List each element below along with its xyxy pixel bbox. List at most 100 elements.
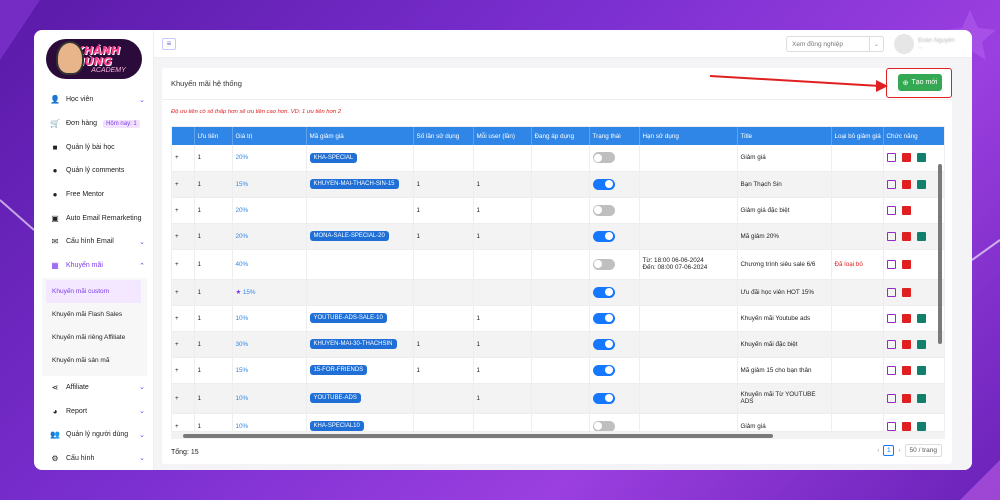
page-size-select[interactable]: 50 / trang: [904, 444, 942, 457]
sidebar-item-email-config[interactable]: ✉ Cấu hình Email ⌄: [42, 230, 153, 254]
delete-icon[interactable]: [901, 287, 911, 297]
submenu-flash-sales[interactable]: Khuyến mãi Flash Sales: [42, 303, 147, 326]
expand-row-button[interactable]: +: [175, 207, 179, 214]
expand-row-button[interactable]: +: [175, 261, 179, 268]
edit-icon[interactable]: [886, 393, 896, 403]
delete-icon[interactable]: [901, 205, 911, 215]
menu-toggle-button[interactable]: ≡: [162, 37, 176, 50]
delete-icon[interactable]: [901, 179, 911, 189]
edit-icon[interactable]: [886, 259, 896, 269]
expand-row-button[interactable]: +: [175, 289, 179, 296]
copy-icon[interactable]: [916, 339, 926, 349]
copy-icon[interactable]: [916, 421, 926, 431]
sidebar-item-affiliate[interactable]: ⋖ Affiliate ⌄: [42, 376, 153, 400]
expand-row-button[interactable]: +: [175, 341, 179, 348]
status-cell[interactable]: [589, 249, 640, 280]
submenu-custom-promotions[interactable]: Khuyến mãi custom: [46, 279, 141, 303]
delete-icon[interactable]: [901, 231, 911, 241]
delete-icon[interactable]: [901, 313, 911, 323]
copy-icon[interactable]: [916, 153, 926, 163]
delete-icon[interactable]: [901, 339, 911, 349]
expand-cell[interactable]: +: [172, 171, 195, 198]
sidebar-item-settings[interactable]: ⚙ Cấu hình ⌄: [42, 447, 153, 470]
sidebar-item-students[interactable]: 👤 Học viên ⌄: [42, 88, 153, 112]
copy-icon[interactable]: [916, 365, 926, 375]
user-name[interactable]: Đoàn Nguyễn: [918, 38, 955, 44]
edit-icon[interactable]: [886, 365, 896, 375]
delete-icon[interactable]: [901, 153, 911, 163]
copy-icon[interactable]: [916, 393, 926, 403]
submenu-affiliate-promotions[interactable]: Khuyến mãi riêng Affiliate: [42, 326, 147, 349]
submenu-product-codes[interactable]: Khuyến mãi sản mã: [42, 349, 147, 372]
expand-row-button[interactable]: +: [175, 367, 179, 374]
colleague-select[interactable]: Xem đồng nghiệp ⌄: [786, 36, 884, 52]
status-toggle[interactable]: [592, 312, 615, 324]
status-toggle[interactable]: [592, 178, 615, 190]
sidebar-item-comments[interactable]: ● Quản lý comments: [42, 159, 153, 183]
delete-icon[interactable]: [901, 393, 911, 403]
edit-icon[interactable]: [886, 179, 896, 189]
sidebar-item-free-mentor[interactable]: ● Free Mentor: [42, 183, 153, 207]
delete-icon[interactable]: [901, 421, 911, 431]
sidebar-item-orders[interactable]: 🛒 Đơn hàng Hôm nay: 1: [42, 112, 153, 136]
expand-row-button[interactable]: +: [175, 233, 179, 240]
avatar[interactable]: [894, 34, 914, 54]
expand-cell[interactable]: +: [172, 223, 195, 250]
expand-row-button[interactable]: +: [175, 154, 179, 161]
status-cell[interactable]: [589, 223, 640, 250]
copy-icon[interactable]: [916, 179, 926, 189]
status-toggle[interactable]: [592, 204, 615, 216]
status-cell[interactable]: [589, 331, 640, 358]
expand-row-button[interactable]: +: [175, 181, 179, 188]
expand-cell[interactable]: +: [172, 357, 195, 384]
expand-cell[interactable]: +: [172, 249, 195, 280]
copy-icon[interactable]: [916, 231, 926, 241]
sidebar-item-users[interactable]: 👥 Quản lý người dùng ⌄: [42, 423, 153, 447]
expand-cell[interactable]: +: [172, 383, 195, 414]
sidebar-item-report[interactable]: ◕ Report ⌄: [42, 399, 153, 423]
sidebar-item-lessons[interactable]: ■ Quản lý bài học: [42, 135, 153, 159]
expand-row-button[interactable]: +: [175, 315, 179, 322]
status-toggle[interactable]: [592, 392, 615, 404]
next-page-button[interactable]: ›: [898, 447, 900, 454]
status-toggle[interactable]: [592, 258, 615, 270]
sidebar-item-auto-email[interactable]: ▣ Auto Email Remarketing: [42, 206, 153, 230]
status-toggle[interactable]: [592, 286, 615, 298]
status-toggle[interactable]: [592, 420, 615, 431]
copy-icon[interactable]: [916, 313, 926, 323]
logo[interactable]: KHÁNH HÙNG ACADEMY: [34, 30, 153, 88]
expand-cell[interactable]: +: [172, 279, 195, 306]
edit-icon[interactable]: [886, 339, 896, 349]
status-cell[interactable]: [589, 145, 640, 172]
expand-cell[interactable]: +: [172, 305, 195, 332]
create-new-button[interactable]: ⊕ Tạo mới: [898, 74, 942, 91]
page-number-button[interactable]: 1: [883, 445, 895, 456]
expand-row-button[interactable]: +: [175, 423, 179, 430]
status-cell[interactable]: [589, 383, 640, 414]
prev-page-button[interactable]: ‹: [877, 447, 879, 454]
status-cell[interactable]: [589, 279, 640, 306]
status-toggle[interactable]: [592, 152, 615, 164]
horizontal-scrollbar[interactable]: [171, 432, 945, 439]
edit-icon[interactable]: [886, 231, 896, 241]
expand-cell[interactable]: +: [172, 145, 195, 172]
expand-cell[interactable]: +: [172, 197, 195, 224]
status-cell[interactable]: [589, 413, 640, 431]
status-cell[interactable]: [589, 171, 640, 198]
status-toggle[interactable]: [592, 364, 615, 376]
expand-cell[interactable]: +: [172, 413, 195, 431]
status-cell[interactable]: [589, 357, 640, 384]
delete-icon[interactable]: [901, 365, 911, 375]
sidebar-item-promotions[interactable]: ▦ Khuyến mãi ⌃: [42, 254, 153, 278]
status-toggle[interactable]: [592, 230, 615, 242]
edit-icon[interactable]: [886, 313, 896, 323]
edit-icon[interactable]: [886, 153, 896, 163]
edit-icon[interactable]: [886, 205, 896, 215]
edit-icon[interactable]: [886, 287, 896, 297]
status-cell[interactable]: [589, 305, 640, 332]
status-toggle[interactable]: [592, 338, 615, 350]
status-cell[interactable]: [589, 197, 640, 224]
delete-icon[interactable]: [901, 259, 911, 269]
expand-cell[interactable]: +: [172, 331, 195, 358]
expand-row-button[interactable]: +: [175, 395, 179, 402]
